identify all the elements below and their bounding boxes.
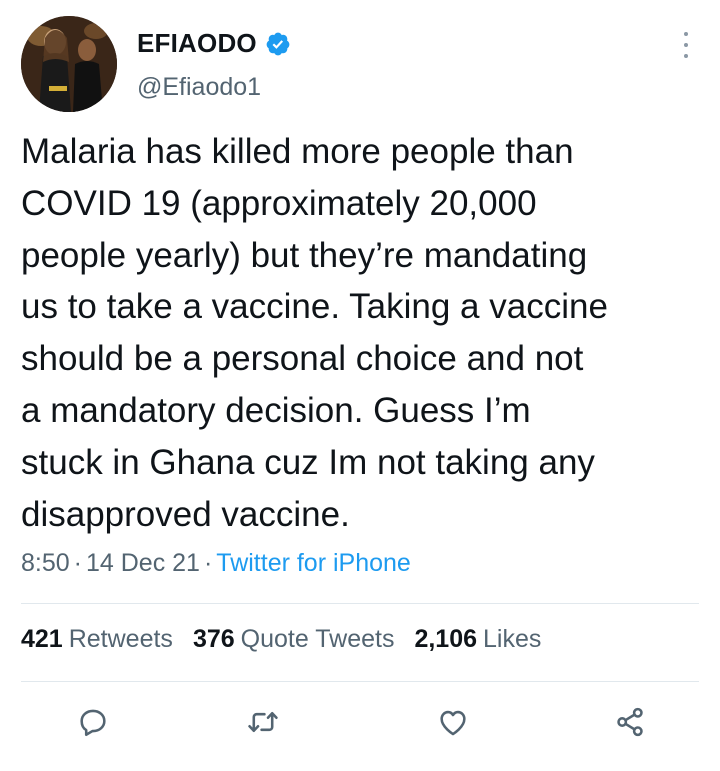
retweets-count: 421 (21, 625, 63, 653)
tweet-meta: 8:50 · 14 Dec 21 · Twitter for iPhone (21, 549, 411, 578)
share-button[interactable] (608, 700, 652, 744)
retweets-label: Retweets (68, 625, 173, 653)
quote-tweets-stat[interactable]: 376 Quote Tweets (193, 625, 395, 654)
like-button[interactable] (431, 700, 475, 744)
likes-stat[interactable]: 2,106 Likes (414, 625, 541, 654)
meta-separator: · (203, 549, 213, 577)
likes-count: 2,106 (414, 625, 478, 653)
user-handle[interactable]: @Efiaodo1 (137, 73, 261, 102)
avatar[interactable] (21, 16, 117, 112)
tweet-text: Malaria has killed more people than COVI… (21, 132, 608, 534)
verified-badge-icon (265, 31, 291, 57)
reply-button[interactable] (71, 700, 115, 744)
retweet-icon (248, 711, 278, 733)
share-icon (617, 707, 643, 737)
tweet-date[interactable]: 14 Dec 21 (86, 549, 200, 577)
engagement-stats: 421 Retweets 376 Quote Tweets 2,106 Likes (21, 625, 561, 654)
likes-label: Likes (483, 625, 542, 653)
meta-separator: · (73, 549, 82, 577)
author-name-row: EFIAODO (137, 28, 291, 59)
quote-tweets-label: Quote Tweets (240, 625, 395, 653)
avatar-photo (21, 16, 117, 112)
more-options-icon[interactable] (682, 32, 690, 58)
reply-icon (80, 709, 106, 737)
action-bar (0, 700, 720, 744)
quote-tweets-count: 376 (192, 625, 235, 653)
divider (21, 681, 699, 682)
like-icon (440, 710, 466, 736)
tweet-card: EFIAODO @Efiaodo1 Malaria has killed mor… (0, 0, 720, 771)
retweets-stat[interactable]: 421 Retweets (21, 625, 173, 654)
tweet-source-link[interactable]: Twitter for iPhone (216, 549, 411, 577)
display-name[interactable]: EFIAODO (137, 28, 257, 59)
tweet-time[interactable]: 8:50 (21, 549, 70, 577)
retweet-button[interactable] (241, 700, 285, 744)
divider (21, 603, 699, 604)
